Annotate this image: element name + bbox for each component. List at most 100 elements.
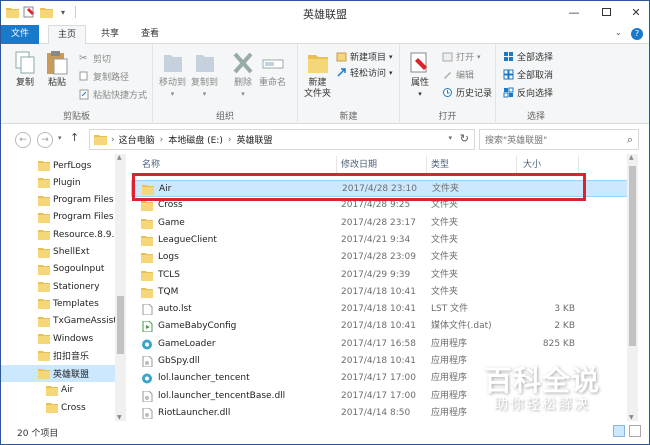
- tree-item[interactable]: Stationery: [1, 278, 115, 295]
- tree-item-label: Air: [61, 385, 74, 396]
- copy-button[interactable]: 复制: [13, 50, 37, 89]
- edit-button[interactable]: 编辑: [442, 68, 474, 81]
- file-row[interactable]: TQM 2017/4/18 10:41 文件夹: [131, 284, 631, 301]
- search-input[interactable]: 搜索"英雄联盟" ⌕: [479, 129, 639, 150]
- file-row[interactable]: Logs 2017/4/28 23:09 文件夹: [131, 249, 631, 266]
- tree-item[interactable]: Program Files: [1, 209, 115, 226]
- organize-group-label: 组织: [215, 112, 234, 122]
- clipboard-group: 复制 粘贴 ✂ 剪切 复制路径 粘贴快捷方式 剪贴板: [1, 44, 153, 124]
- delete-button[interactable]: 删除 ▾: [231, 50, 255, 100]
- breadcrumb-drive-e[interactable]: 本地磁盘 (E:): [168, 133, 223, 146]
- tree-item[interactable]: Plugin: [1, 174, 115, 191]
- open-button[interactable]: 打开 ▾: [442, 50, 481, 63]
- up-button[interactable]: ↑: [70, 131, 79, 144]
- divider[interactable]: [426, 156, 427, 174]
- new-group-label: 新建: [339, 112, 358, 122]
- tree-item-label: Windows: [53, 333, 94, 344]
- scrollbar-thumb[interactable]: [117, 296, 124, 354]
- tree-item[interactable]: 扣扣音乐: [1, 347, 115, 364]
- tree-item-label: Program Files: [53, 195, 114, 206]
- file-row[interactable]: GameBabyConfig 2017/4/18 10:41 媒体文件(.dat) 2…: [131, 318, 631, 335]
- scroll-down-icon[interactable]: ▼: [117, 414, 122, 421]
- scroll-down-icon[interactable]: ▼: [629, 414, 634, 421]
- file-name: RiotLauncher.dll: [158, 407, 231, 418]
- scrollbar-thumb[interactable]: [629, 166, 636, 346]
- divider[interactable]: [336, 156, 337, 174]
- recent-locations-icon[interactable]: ▾: [58, 134, 62, 142]
- tab-file[interactable]: 文件: [1, 25, 39, 44]
- minimize-icon: —: [568, 5, 580, 19]
- file-type: 文件夹: [431, 252, 459, 263]
- file-row[interactable]: TCLS 2017/4/29 9:39 文件夹: [131, 267, 631, 284]
- new-item-button[interactable]: 新建项目 ▾: [336, 50, 393, 63]
- file-date: 2017/4/18 10:41: [341, 321, 416, 332]
- scroll-up-icon[interactable]: ▲: [117, 154, 122, 161]
- tree-item[interactable]: Air: [1, 382, 115, 399]
- paste-shortcut-button[interactable]: 粘贴快捷方式: [79, 88, 147, 101]
- tree-item[interactable]: Cross: [1, 399, 115, 416]
- tree-item[interactable]: SogouInput: [1, 261, 115, 278]
- tree-item[interactable]: 英雄联盟: [1, 364, 115, 382]
- divider[interactable]: [516, 156, 517, 174]
- history-button[interactable]: 历史记录: [442, 86, 492, 99]
- address-dropdown-icon[interactable]: ▾: [448, 134, 452, 142]
- file-row[interactable]: LeagueClient 2017/4/21 9:34 文件夹: [131, 232, 631, 249]
- copy-path-button[interactable]: 复制路径: [79, 70, 129, 83]
- maximize-button[interactable]: [591, 1, 621, 23]
- paste-button[interactable]: 粘贴: [45, 50, 69, 89]
- file-type: 文件夹: [431, 269, 459, 280]
- invert-selection-icon: [503, 87, 514, 98]
- chevron-down-icon[interactable]: ⌄: [615, 28, 622, 37]
- navigation-scrollbar[interactable]: ▲ ▼: [115, 154, 126, 421]
- forward-button[interactable]: →: [37, 132, 53, 148]
- back-button[interactable]: ←: [15, 132, 31, 148]
- refresh-icon[interactable]: ↻: [460, 132, 469, 145]
- file-row[interactable]: Game 2017/4/28 23:17 文件夹: [131, 215, 631, 232]
- tab-view[interactable]: 查看: [131, 25, 169, 44]
- help-icon[interactable]: ?: [631, 28, 643, 40]
- cut-button[interactable]: ✂ 剪切: [79, 52, 111, 65]
- dll-icon: [142, 356, 153, 367]
- easy-access-button[interactable]: 轻松访问 ▾: [336, 66, 393, 79]
- large-icons-view-icon[interactable]: [629, 425, 641, 437]
- tree-item[interactable]: Program Files: [1, 192, 115, 209]
- details-view-icon[interactable]: [613, 425, 625, 437]
- folder-icon: [141, 287, 153, 298]
- file-list-scrollbar[interactable]: ▲ ▼: [627, 154, 638, 421]
- tree-item[interactable]: Templates: [1, 295, 115, 312]
- tree-item-label: TxGameAssist: [53, 316, 115, 327]
- rename-button[interactable]: 重命名: [259, 50, 286, 89]
- address-input[interactable]: › 这台电脑 › 本地磁盘 (E:) › 英雄联盟 ▾ ↻: [89, 129, 475, 150]
- new-folder-button[interactable]: 新建 文件夹: [304, 50, 331, 100]
- properties-button[interactable]: 属性 ▾: [408, 50, 432, 100]
- copy-to-button[interactable]: 复制到 ▾: [191, 50, 218, 100]
- folder-icon: [38, 178, 50, 189]
- tab-home[interactable]: 主页: [48, 25, 86, 45]
- file-date: 2017/4/17 16:58: [341, 338, 416, 349]
- file-row[interactable]: GameLoader 2017/4/17 16:58 应用程序 825 KB: [131, 336, 631, 353]
- file-row[interactable]: auto.lst 2017/4/18 10:41 LST 文件 3 KB: [131, 301, 631, 318]
- search-icon[interactable]: ⌕: [627, 133, 633, 147]
- tree-item[interactable]: ShellExt: [1, 244, 115, 261]
- select-all-button[interactable]: 全部选择: [503, 50, 553, 63]
- tree-item[interactable]: PerfLogs: [1, 157, 115, 174]
- forward-arrow-icon: →: [41, 135, 49, 145]
- move-to-button[interactable]: 移动到 ▾: [159, 50, 186, 100]
- tab-share[interactable]: 共享: [91, 25, 129, 44]
- tree-item[interactable]: Resource.8.9.: [1, 226, 115, 243]
- file-date: 2017/4/14 8:50: [341, 407, 411, 418]
- select-none-button[interactable]: 全部取消: [503, 68, 553, 81]
- tree-item-label: SogouInput: [53, 264, 105, 275]
- invert-selection-button[interactable]: 反向选择: [503, 86, 553, 99]
- minimize-button[interactable]: —: [559, 1, 589, 23]
- tree-item[interactable]: Windows: [1, 330, 115, 347]
- scroll-up-icon[interactable]: ▲: [629, 154, 634, 161]
- divider[interactable]: [578, 156, 579, 174]
- folder-icon: [38, 282, 50, 293]
- folder-icon: [46, 385, 58, 396]
- close-button[interactable]: ✕: [621, 1, 649, 23]
- tree-item[interactable]: TxGameAssist: [1, 313, 115, 330]
- breadcrumb-lol[interactable]: 英雄联盟: [236, 133, 272, 146]
- breadcrumb-this-pc[interactable]: 这台电脑: [119, 133, 155, 146]
- file-type: 文件夹: [431, 217, 459, 228]
